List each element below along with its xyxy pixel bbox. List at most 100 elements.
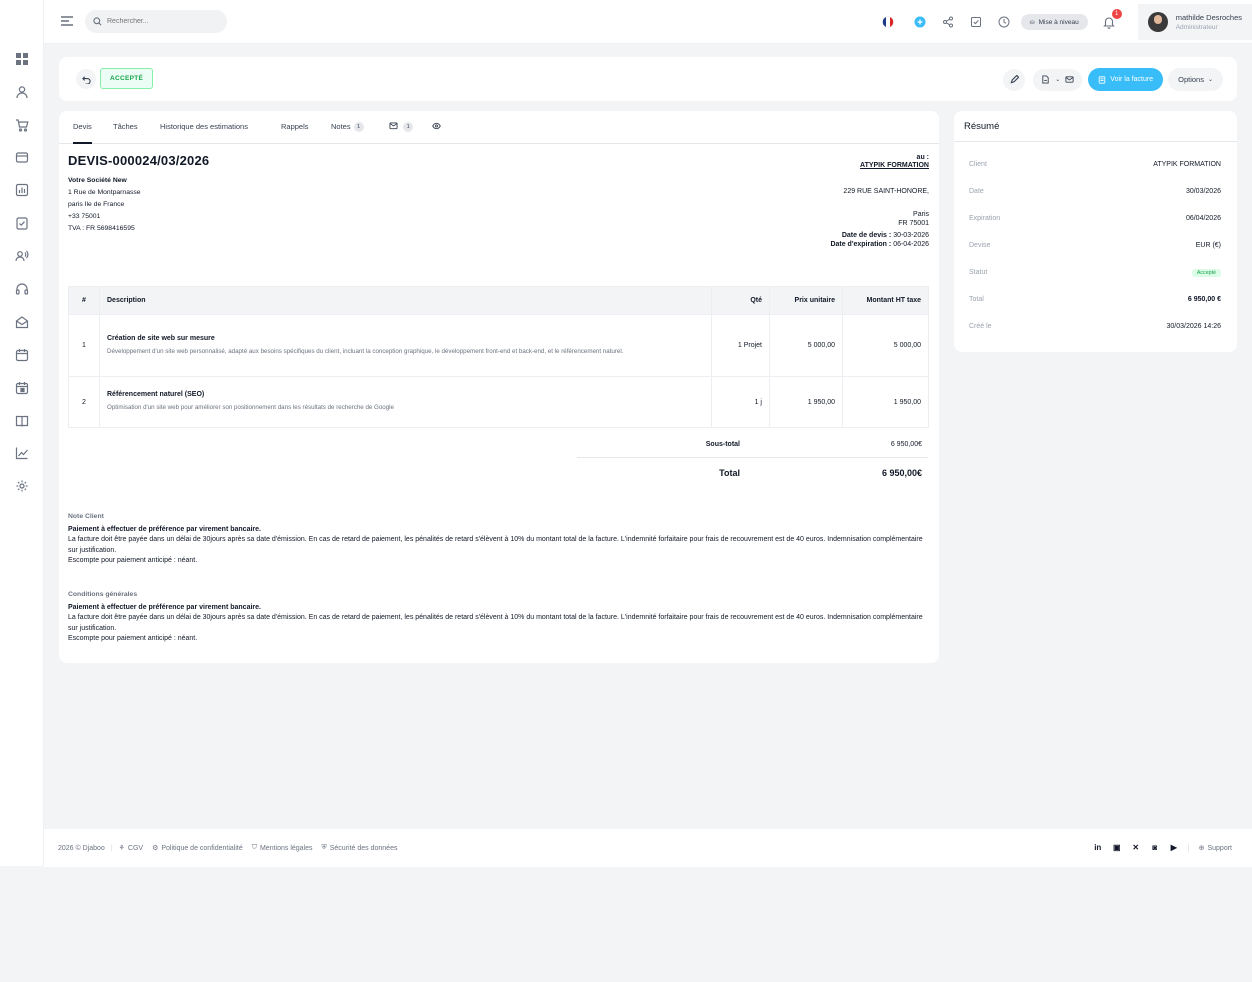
upgrade-icon: ⛀ (1029, 19, 1035, 26)
table-row: 1 Création de site web sur mesure Dévelo… (68, 314, 929, 377)
tab-taches[interactable]: Tâches (113, 122, 138, 144)
client-note-title: Note Client (68, 513, 104, 520)
facebook-icon[interactable]: ▣ (1112, 843, 1122, 853)
tab-count-badge: 1 (353, 122, 364, 132)
support-link[interactable]: ⊕ Support (1199, 844, 1232, 853)
note-line: La facture doit être payée dans un délai… (68, 536, 923, 554)
note-line: La facture doit être payée dans un délai… (68, 614, 923, 632)
footer: 2026 © Djaboo | ⚘ CGV ⚙ Politique de confi… (44, 829, 1252, 867)
french-flag-icon[interactable] (881, 15, 895, 29)
summary-row-total: Total 6 950,00 € (969, 296, 1221, 303)
copyright: 2026 © Djaboo (58, 844, 105, 852)
user-role: Administrateur (1175, 24, 1218, 31)
item-title: Référencement naturel (SEO) (107, 391, 205, 398)
item-title: Création de site web sur mesure (107, 334, 215, 342)
tab-historique[interactable]: Historique des estimations (160, 122, 248, 144)
summary-key: Statut (969, 269, 988, 276)
youtube-icon[interactable]: ▶ (1169, 843, 1179, 853)
row-amount: 5 000,00 (842, 314, 929, 377)
tab-rappels[interactable]: Rappels (281, 122, 309, 144)
menu-icon[interactable] (60, 15, 74, 27)
view-invoice-button[interactable]: Voir la facture (1088, 68, 1164, 91)
notification-bell[interactable]: 1 (1102, 9, 1122, 29)
book-icon[interactable] (15, 414, 29, 428)
back-button[interactable] (76, 69, 96, 89)
summary-key: Expiration (969, 215, 1001, 222)
status-badge: ACCEPTÉ (100, 68, 154, 89)
summary-title: Résumé (954, 111, 1237, 142)
report-icon[interactable] (15, 183, 29, 197)
row-qty: 1 j (711, 376, 770, 428)
email-icon[interactable] (1065, 75, 1074, 84)
totals: Sous-total 6 950,00€ Total 6 950,00€ (577, 441, 928, 478)
company-name: Votre Société New (68, 177, 127, 184)
task-icon[interactable] (15, 216, 29, 230)
add-icon[interactable] (913, 15, 927, 29)
pencil-icon (1010, 75, 1019, 84)
instagram-icon[interactable]: ◙ (1150, 843, 1160, 853)
chevron-down-icon[interactable]: ⌄ (1055, 76, 1060, 83)
security-link[interactable]: ⛨ Sécurité des données (322, 844, 398, 852)
calendar-event-icon[interactable] (15, 381, 29, 395)
headset-icon[interactable] (15, 282, 29, 296)
cart-icon[interactable] (15, 118, 29, 132)
to-label: au : (916, 154, 929, 161)
summary-key: Devise (969, 242, 991, 249)
tab-label: Notes (331, 122, 351, 131)
chart-line-icon[interactable] (15, 446, 29, 460)
cgv-link[interactable]: ⚘ CGV (119, 844, 144, 853)
divider: | (1187, 844, 1190, 852)
wallet-icon[interactable] (15, 150, 29, 164)
address-line: +33 75001 (68, 213, 101, 220)
settings-icon[interactable] (15, 479, 29, 493)
tab-notes[interactable]: Notes 1 (331, 122, 364, 144)
expiration-date-label: Date d'expiration : (830, 241, 892, 248)
options-button[interactable]: Options ⌄ (1168, 68, 1223, 91)
subtotal-value: 6 950,00€ (890, 441, 922, 448)
client-address: au : ATYPIK FORMATION 229 RUE SAINT-HONO… (830, 154, 929, 248)
contacts-icon[interactable] (15, 249, 29, 263)
summary-value: EUR (€) (1195, 242, 1221, 249)
client-street: 229 RUE SAINT-HONORE, (843, 188, 929, 195)
checkbox-icon[interactable] (969, 15, 983, 29)
cgv-label: CGV (127, 844, 144, 852)
share-icon[interactable] (941, 15, 955, 29)
client-link[interactable]: ATYPIK FORMATION (830, 162, 929, 169)
summary-row-client: Client ATYPIK FORMATION (969, 161, 1221, 168)
avatar (1147, 12, 1168, 32)
table-row: 2 Référencement naturel (SEO) Optimisati… (68, 376, 929, 428)
upgrade-button[interactable]: ⛀ Mise à niveau (1020, 14, 1088, 30)
quote-status-bar: ACCEPTÉ ⌄ Voir la facture Options ⌄ (59, 57, 1237, 101)
summary-value: 30/03/2026 (1185, 188, 1221, 195)
divider (577, 457, 928, 458)
footer-social: in ▣ ✕ ◙ ▶ | ⊕ Support (1084, 843, 1232, 853)
note-line: Escompte pour paiement anticipé : néant. (68, 635, 198, 642)
linkedin-icon[interactable]: in (1093, 843, 1103, 853)
dashboard-icon[interactable] (15, 52, 29, 66)
edit-button[interactable] (1003, 68, 1026, 91)
options-label: Options (1178, 75, 1204, 84)
client-zip: FR 75001 (898, 220, 929, 227)
left-sidebar (0, 0, 44, 866)
clock-icon[interactable] (997, 15, 1011, 29)
x-icon[interactable]: ✕ (1131, 843, 1141, 853)
row-amount: 1 950,00 (842, 376, 929, 428)
tab-devis[interactable]: Devis (73, 122, 92, 144)
tab-preview[interactable] (432, 122, 441, 144)
calendar-icon[interactable] (15, 348, 29, 362)
privacy-link[interactable]: ⚙ Politique de confidentialité (152, 844, 243, 853)
user-icon[interactable] (15, 85, 29, 99)
row-description: Référencement naturel (SEO) Optimisation… (99, 376, 712, 428)
pdf-icon[interactable] (1041, 75, 1050, 84)
summary-key: Créé le (969, 323, 992, 330)
quote-card: Devis Tâches Historique des estimations … (59, 111, 939, 663)
search-input[interactable] (107, 18, 217, 25)
mail-open-icon[interactable] (15, 315, 29, 329)
eye-icon (432, 122, 441, 132)
privacy-icon: ⚙ (152, 845, 159, 852)
user-menu[interactable]: mathilde Desroches Administrateur (1137, 4, 1252, 40)
tab-emails[interactable]: 1 (389, 122, 414, 144)
legal-link[interactable]: ⛉ Mentions légales (252, 844, 313, 852)
note-line: Escompte pour paiement anticipé : néant. (68, 557, 198, 564)
summary-card: Résumé Client ATYPIK FORMATION Date 30/03/… (954, 111, 1237, 352)
